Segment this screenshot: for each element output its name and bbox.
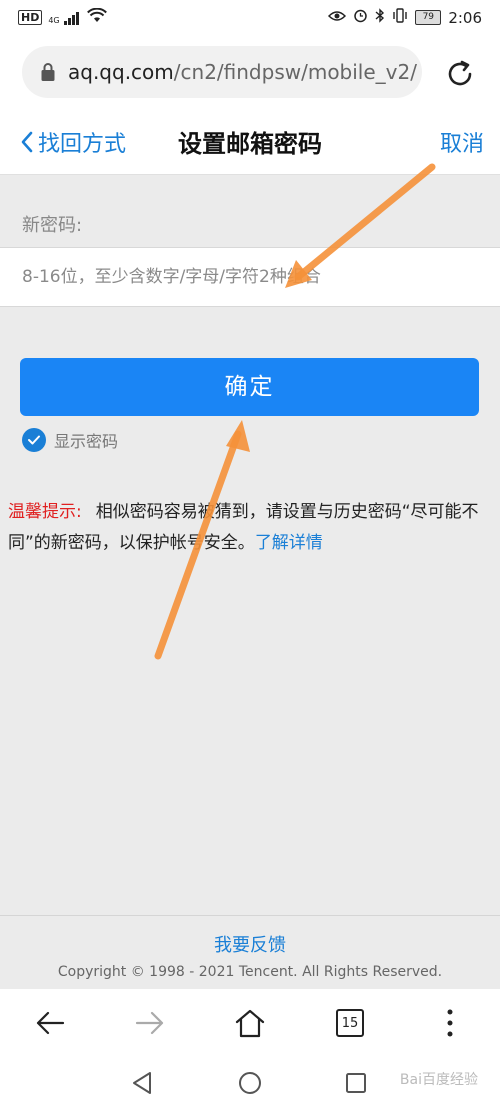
home-icon bbox=[235, 1009, 265, 1038]
vibrate-icon bbox=[392, 8, 408, 27]
browser-menu-button[interactable] bbox=[428, 1001, 472, 1045]
lock-icon bbox=[41, 63, 55, 81]
arrow-right-icon bbox=[135, 1011, 164, 1035]
tab-count: 15 bbox=[336, 1009, 364, 1037]
copyright-text: Copyright © 1998 - 2021 Tencent. All Rig… bbox=[57, 964, 443, 980]
url-domain: aq.qq.com bbox=[68, 60, 174, 84]
wifi-icon bbox=[86, 7, 107, 27]
status-bar: HD 4G 79 2:06 bbox=[0, 0, 500, 36]
status-time: 2:06 bbox=[448, 8, 482, 27]
nav-recents-button[interactable] bbox=[340, 1067, 372, 1099]
circle-home-icon bbox=[239, 1072, 261, 1094]
arrow-left-icon bbox=[36, 1011, 65, 1035]
reload-icon[interactable] bbox=[442, 56, 478, 92]
feedback-link[interactable]: 我要反馈 bbox=[214, 935, 286, 956]
battery-icon: 79 bbox=[415, 10, 442, 25]
signal-icon: 4G bbox=[48, 11, 80, 25]
page-header: 找回方式 设置邮箱密码 取消 bbox=[0, 110, 500, 175]
browser-home-button[interactable] bbox=[228, 1001, 272, 1045]
security-tip: 温馨提示: 相似密码容易被猜到，请设置与历史密码“尽可能不同”的新密码，以保护帐号… bbox=[8, 497, 492, 559]
nav-back-button[interactable] bbox=[126, 1067, 158, 1099]
back-label: 找回方式 bbox=[38, 132, 127, 157]
alarm-icon bbox=[353, 8, 368, 27]
new-password-input[interactable] bbox=[20, 248, 484, 306]
back-button[interactable]: 找回方式 bbox=[20, 126, 126, 158]
browser-tabs-button[interactable]: 15 bbox=[328, 1001, 372, 1045]
tip-label: 温馨提示: bbox=[8, 502, 82, 522]
watermark: Bai百度经验 bbox=[399, 1072, 478, 1088]
checkmark-icon bbox=[22, 428, 46, 452]
eye-icon bbox=[328, 10, 347, 26]
system-nav-bar: Bai百度经验 bbox=[0, 1055, 500, 1111]
main-content: 新密码: 确定 显示密码 温馨提示:相似密码容易被猜到，请设置与历史密码“尽可能… bbox=[0, 175, 500, 915]
page-footer: 我要反馈 Copyright © 1998 - 2021 Tencent. Al… bbox=[0, 915, 500, 990]
password-field-row bbox=[0, 247, 500, 307]
url-bar[interactable]: aq.qq.com/cn2/findpsw/mobile_v2/ bbox=[22, 46, 422, 98]
nav-home-button[interactable] bbox=[234, 1067, 266, 1099]
show-password-toggle[interactable]: 显示密码 bbox=[22, 428, 118, 452]
triangle-back-icon bbox=[133, 1072, 151, 1094]
show-password-label: 显示密码 bbox=[54, 432, 119, 451]
browser-address-area: aq.qq.com/cn2/findpsw/mobile_v2/ bbox=[0, 36, 500, 110]
square-recents-icon bbox=[346, 1073, 366, 1093]
url-text: aq.qq.com/cn2/findpsw/mobile_v2/ bbox=[68, 60, 417, 84]
url-path: /cn2/findpsw/mobile_v2/ bbox=[173, 60, 417, 84]
chevron-left-icon bbox=[21, 131, 33, 153]
browser-toolbar: 15 bbox=[0, 989, 500, 1055]
cancel-button[interactable]: 取消 bbox=[440, 126, 484, 158]
learn-more-link[interactable]: 了解详情 bbox=[255, 533, 323, 553]
more-vert-icon bbox=[447, 1009, 453, 1037]
browser-forward-button[interactable] bbox=[128, 1001, 172, 1045]
browser-back-button[interactable] bbox=[28, 1001, 72, 1045]
hd-indicator: HD bbox=[18, 10, 43, 25]
confirm-button[interactable]: 确定 bbox=[20, 358, 479, 416]
bluetooth-icon bbox=[375, 8, 385, 27]
new-password-label: 新密码: bbox=[22, 215, 83, 236]
